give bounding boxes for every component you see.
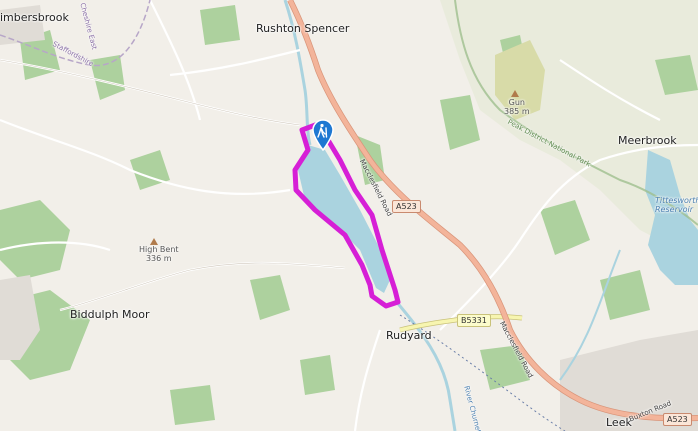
water-label-line2: Reservoir	[655, 205, 693, 214]
place-label-biddulph-moor: Biddulph Moor	[70, 308, 150, 321]
place-label-timbersbrook: imbersbrook	[0, 11, 69, 24]
water-label-line1: Tittesworth	[655, 196, 698, 205]
place-label-rushton-spencer: Rushton Spencer	[256, 22, 350, 35]
peak-label-gun: Gun 385 m	[504, 98, 530, 116]
road-shield-b5331: B5331	[457, 314, 491, 327]
peak-name-high-bent: High Bent	[139, 245, 179, 254]
peak-name-gun: Gun	[508, 98, 525, 107]
road-shield-a523-south: A523	[663, 413, 692, 426]
map-canvas[interactable]	[0, 0, 698, 431]
peak-height-gun: 385 m	[504, 107, 530, 116]
peak-label-high-bent: High Bent 336 m	[139, 245, 179, 263]
hiking-icon	[312, 119, 334, 151]
route-start-marker[interactable]	[311, 119, 335, 151]
high-bent-peak-triangle	[150, 238, 158, 245]
road-shield-a523: A523	[392, 200, 421, 213]
map-view[interactable]: Rushton Spencer imbersbrook Biddulph Moo…	[0, 0, 698, 431]
peak-height-high-bent: 336 m	[145, 254, 172, 263]
place-label-rudyard: Rudyard	[386, 329, 432, 342]
place-label-meerbrook: Meerbrook	[618, 134, 677, 147]
water-label-tittesworth: Tittesworth Reservoir	[655, 196, 698, 214]
